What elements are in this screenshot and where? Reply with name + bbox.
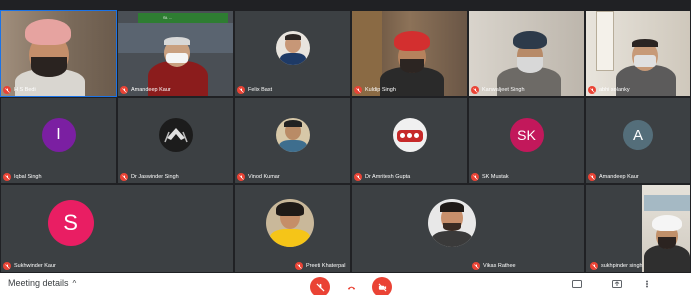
meeting-controls-bar: Meeting details ^ xyxy=(0,273,691,295)
more-options-icon[interactable] xyxy=(642,280,652,288)
participant-name: Vinod Kumar xyxy=(237,173,280,181)
mic-off-icon xyxy=(471,86,479,94)
participant-tile[interactable]: Preeti Khaterpal xyxy=(234,184,351,273)
video-feed xyxy=(469,11,584,96)
participant-tile[interactable]: S Sukhwinder Kaur xyxy=(0,184,234,273)
participant-tile[interactable]: Vinod Kumar xyxy=(234,97,351,184)
mic-off-icon xyxy=(588,86,596,94)
participant-name: Amandeep Kaur xyxy=(120,86,171,94)
participant-name: Sukhwinder Kaur xyxy=(3,262,56,270)
participant-tile[interactable]: Felix Bast xyxy=(234,10,351,97)
participant-tile[interactable]: St. ... Amandeep Kaur xyxy=(117,10,234,97)
mic-off-icon xyxy=(472,262,480,270)
hangup-icon xyxy=(347,286,355,290)
chevron-up-icon: ^ xyxy=(72,278,77,288)
mic-off-icon xyxy=(295,262,303,270)
camera-off-icon xyxy=(378,283,386,291)
participant-tile[interactable]: Kanwaljeet Singh xyxy=(468,10,585,97)
participant-name: Vikas Rathee xyxy=(472,262,516,270)
present-icon[interactable] xyxy=(612,280,622,288)
mic-off-icon xyxy=(3,262,11,270)
participant-name: Preeti Khaterpal xyxy=(295,262,345,270)
participant-tile[interactable]: I Iqbal Singh xyxy=(0,97,117,184)
video-feed: St. ... xyxy=(118,11,233,96)
mic-off-icon xyxy=(590,262,598,270)
participant-name: Dr Amritesh Gupta xyxy=(354,173,410,181)
avatar: A xyxy=(623,120,653,151)
profile-photo xyxy=(275,118,310,153)
mic-off-icon xyxy=(315,282,325,292)
participant-tile[interactable]: Vikas Rathee xyxy=(351,184,585,273)
participant-name: Kuldip Singh xyxy=(354,86,396,94)
video-feed xyxy=(352,11,467,96)
participant-name: sukhpinder singh xyxy=(590,262,643,270)
avatar: S xyxy=(47,200,94,247)
mic-off-icon xyxy=(3,173,11,181)
mic-off-icon xyxy=(3,86,11,94)
profile-photo xyxy=(427,199,476,248)
mic-off-icon xyxy=(237,173,245,181)
participant-name: SK Mustak xyxy=(471,173,509,181)
participant-name: Amandeep Kaur xyxy=(588,173,639,181)
participant-tile[interactable]: H S Bedi xyxy=(0,10,117,97)
participant-tile[interactable]: A Amandeep Kaur xyxy=(585,97,691,184)
mic-off-icon xyxy=(588,173,596,181)
participant-tile[interactable]: SK SK Mustak xyxy=(468,97,585,184)
mic-off-icon xyxy=(120,86,128,94)
participant-grid: H S Bedi St. ... Amandeep Kaur Felix Bas… xyxy=(0,10,691,273)
participant-tile[interactable]: abhi solanky xyxy=(585,10,691,97)
participant-name: abhi solanky xyxy=(588,86,630,94)
profile-photo xyxy=(266,199,315,248)
video-feed xyxy=(586,11,690,96)
participant-tile[interactable]: sukhpinder singh xyxy=(585,184,691,273)
participant-tile[interactable]: Dr Amritesh Gupta xyxy=(351,97,468,184)
video-feed xyxy=(1,11,116,96)
leave-call-button[interactable] xyxy=(341,277,361,295)
video-feed xyxy=(586,185,690,272)
participant-tile[interactable]: Dr Jaswinder Singh xyxy=(117,97,234,184)
mic-off-icon xyxy=(354,173,362,181)
participant-name: H S Bedi xyxy=(3,86,36,94)
participant-name: Kanwaljeet Singh xyxy=(471,86,525,94)
mic-toggle-button[interactable] xyxy=(310,277,330,295)
participant-name: Iqbal Singh xyxy=(3,173,42,181)
profile-photo xyxy=(158,118,193,153)
profile-photo xyxy=(392,118,427,153)
camera-toggle-button[interactable] xyxy=(372,277,392,295)
profile-photo xyxy=(275,31,310,66)
participant-tile[interactable]: Kuldip Singh xyxy=(351,10,468,97)
avatar: SK xyxy=(509,118,544,153)
mic-off-icon xyxy=(237,86,245,94)
participant-name: Dr Jaswinder Singh xyxy=(120,173,179,181)
captions-icon[interactable] xyxy=(572,280,582,288)
avatar: I xyxy=(41,118,76,153)
mic-off-icon xyxy=(354,86,362,94)
mic-off-icon xyxy=(120,173,128,181)
meeting-details-button[interactable]: Meeting details ^ xyxy=(8,278,76,288)
mic-off-icon xyxy=(471,173,479,181)
participant-name: Felix Bast xyxy=(237,86,272,94)
